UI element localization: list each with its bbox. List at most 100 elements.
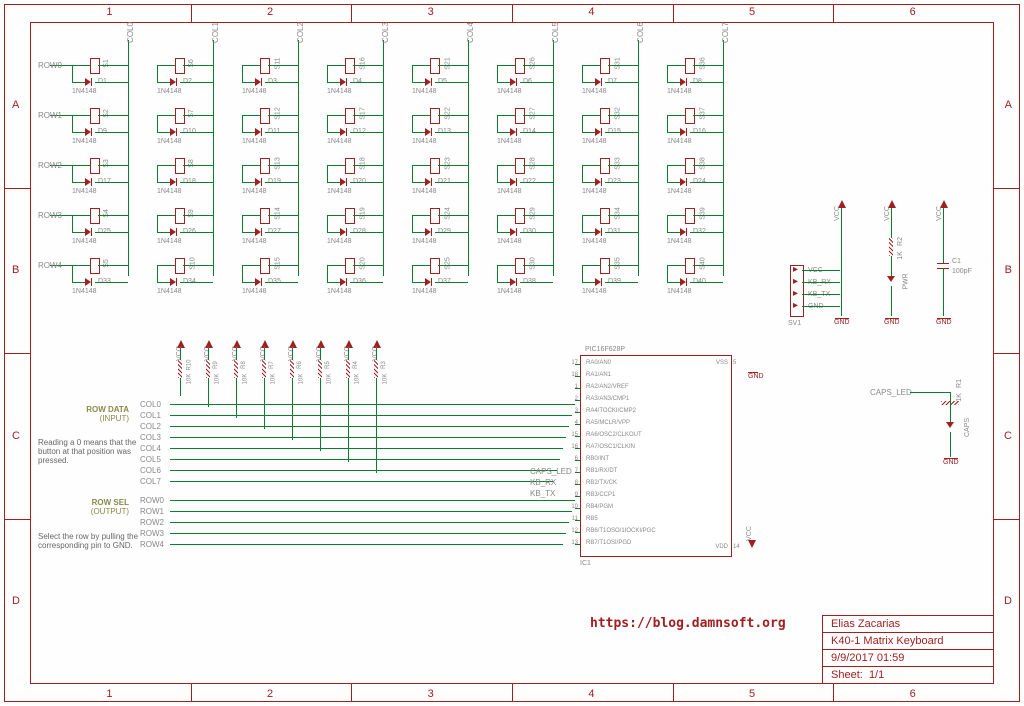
gnd-pwr: GND (884, 318, 900, 326)
ic-pin-wire-12 (575, 532, 580, 533)
switch-S34 (600, 208, 610, 224)
switch-label-S10: S10 (190, 257, 197, 269)
wire-d-D34-b (180, 282, 213, 283)
switch-label-S40: S40 (700, 257, 707, 269)
wire-d-D39-a (582, 282, 595, 283)
wire-sw-S5-out (98, 265, 128, 266)
ruler-top-3: 3 (428, 6, 434, 18)
conn-wire-1 (802, 282, 840, 283)
wire-row-link-S17 (327, 115, 328, 133)
switch-S37 (685, 108, 695, 124)
switch-label-S2: S2 (103, 109, 110, 118)
wire-d-D18-a (157, 182, 170, 183)
gnd-ic-vss: GND (748, 372, 764, 380)
ic-pin-num-5: 5 (733, 360, 736, 366)
wire-d-D40-a (667, 282, 680, 283)
net-caps-led: CAPS_LED (870, 388, 912, 397)
wire-sw-S21-in (412, 65, 430, 66)
wire-sw-S14-in (242, 215, 260, 216)
diode-type-D5: 1N4148 (412, 88, 437, 95)
wire-sw-S26-out (523, 65, 553, 66)
diode-D14 (510, 128, 520, 136)
switch-label-S19: S19 (360, 207, 367, 219)
ic-pin-num-1: 1 (568, 384, 578, 390)
ruler-left-C: C (12, 430, 20, 442)
diode-D26 (170, 228, 180, 236)
col-bus-1 (213, 40, 214, 276)
buswire-COL1 (170, 415, 572, 416)
switch-label-S35: S35 (615, 257, 622, 269)
wire-d-D18-b (180, 182, 213, 183)
tb-title: K40-1 Matrix Keyboard (823, 632, 993, 649)
busnet-COL1: COL1 (140, 411, 161, 420)
tick-left-2 (4, 353, 30, 354)
conn-arrow-3: ▸ (793, 300, 798, 311)
switch-S24 (430, 208, 440, 224)
diode-D9 (85, 128, 95, 136)
wire-row-link-S5 (72, 265, 73, 283)
diode-type-D8: 1N4148 (667, 88, 692, 95)
buswire-COL0 (170, 404, 575, 405)
wire-d-D7-a (582, 82, 595, 83)
wire-pu-R5-t (320, 348, 321, 360)
note-row-data-text: Reading a 0 means that the button at tha… (38, 438, 148, 465)
net-caps-led-ic: CAPS_LED (530, 467, 572, 476)
diode-D16 (680, 128, 690, 136)
vcc-label-conn: VCC (834, 206, 841, 221)
wire-row-link-S9 (157, 215, 158, 233)
wire-c1b (943, 268, 944, 316)
wire-row-link-S6 (157, 65, 158, 83)
resistor-R5 (318, 360, 322, 378)
tick-bot-3 (512, 684, 513, 702)
diode-D8 (680, 78, 690, 86)
wire-row-link-S24 (412, 215, 413, 233)
wire-pu-R4-b (348, 378, 349, 462)
wire-sw-S28-out (523, 165, 553, 166)
tick-top-3 (512, 4, 513, 22)
wire-d-D7-b (605, 82, 638, 83)
wire-row-link-S22 (412, 115, 413, 133)
wire-sw-S24-in (412, 215, 430, 216)
ic-pin-num-16: 16 (568, 444, 578, 450)
diode-type-D35: 1N4148 (242, 288, 267, 295)
ruler-top-5: 5 (749, 6, 755, 18)
wire-d-D28-b (350, 232, 383, 233)
wire-sw-S6-out (183, 65, 213, 66)
c1-val: 100pF (952, 268, 972, 275)
ic-pin-wire-17 (575, 364, 580, 365)
wire-row-link-S19 (327, 215, 328, 233)
switch-label-S27: S27 (530, 107, 537, 119)
ic-pin-name-RA6/OSC2/CLKOUT: RA6/OSC2/CLKOUT (586, 432, 642, 438)
resistor-R10 (178, 360, 182, 378)
wire-sw-S19-in (327, 215, 345, 216)
wire-row-link-S11 (242, 65, 243, 83)
ruler-bot-4: 4 (588, 688, 594, 700)
tb-sheet: Sheet: 1/1 (823, 666, 993, 683)
diode-D28 (340, 228, 350, 236)
wire-d-D26-b (180, 232, 213, 233)
ic-pin-name-RA1/AN1: RA1/AN1 (586, 372, 611, 378)
diode-type-D30: 1N4148 (497, 238, 522, 245)
diode-D24 (680, 178, 690, 186)
tick-top-2 (351, 4, 352, 22)
res-val-R4: 10K (354, 374, 360, 385)
switch-label-S34: S34 (615, 207, 622, 219)
wire-row-link-S27 (497, 115, 498, 133)
ic-pin-name-RA3/AN3/CMP1: RA3/AN3/CMP1 (586, 396, 629, 402)
switch-S23 (430, 158, 440, 174)
wire-d-D1-a (72, 82, 85, 83)
switch-label-S14: S14 (275, 207, 282, 219)
tick-right-1 (994, 188, 1020, 189)
switch-S25 (430, 258, 440, 274)
diode-type-D26: 1N4148 (157, 238, 182, 245)
diode-type-D20: 1N4148 (327, 188, 352, 195)
diode-type-D13: 1N4148 (412, 138, 437, 145)
res-ref-R7: R7 (269, 361, 275, 369)
diode-type-D7: 1N4148 (582, 88, 607, 95)
switch-label-S1: S1 (103, 59, 110, 68)
ruler-top-1: 1 (106, 6, 112, 18)
wire-d-D36-a (327, 282, 340, 283)
wire-c1a (943, 208, 944, 263)
wire-pu-R8-t (236, 348, 237, 360)
buswire-COL4 (170, 448, 563, 449)
